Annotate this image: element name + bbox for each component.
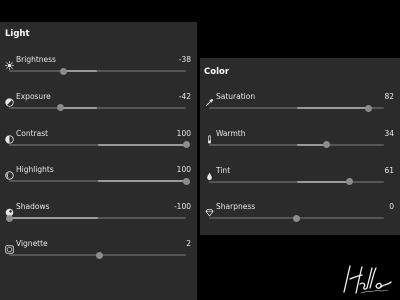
slider-row-shadows: Shadows -100 xyxy=(0,202,197,238)
contrast-value: 100 xyxy=(176,128,191,138)
vignette-icon xyxy=(5,239,14,254)
brightness-slider-thumb[interactable] xyxy=(60,67,68,75)
highlights-value: 100 xyxy=(176,165,191,175)
light-panel: Light Brightness -38 Exposure -42 Contrast 10… xyxy=(0,22,197,300)
exposure-icon xyxy=(5,92,14,107)
color-panel: Color Saturation 82 Warmth 34 Tint 61 Sharpnes… xyxy=(200,58,400,235)
slider-row-vignette: Vignette 2 xyxy=(0,239,197,275)
shadows-slider-thumb[interactable] xyxy=(5,214,13,222)
exposure-slider-thumb[interactable] xyxy=(56,104,64,112)
tint-slider-track[interactable] xyxy=(209,178,384,186)
contrast-slider-thumb[interactable] xyxy=(182,141,190,149)
slider-row-highlights: Highlights 100 xyxy=(0,165,197,201)
saturation-label: Saturation xyxy=(216,92,256,101)
light-panel-title: Light xyxy=(5,29,30,39)
saturation-slider-thumb[interactable] xyxy=(364,104,372,112)
exposure-slider-fill xyxy=(60,106,98,109)
exposure-slider-track[interactable] xyxy=(9,104,186,112)
slider-row-sharpness: Sharpness 0 xyxy=(200,202,400,238)
sharpness-slider-track[interactable] xyxy=(209,214,384,222)
warmth-slider-track[interactable] xyxy=(209,141,384,149)
shadows-label: Shadows xyxy=(16,202,50,212)
highlights-slider-track[interactable] xyxy=(9,177,190,185)
thermometer-icon xyxy=(205,129,214,144)
shadows-icon xyxy=(5,202,14,217)
saturation-slider-track[interactable] xyxy=(209,104,384,112)
highlights-slider-fill xyxy=(97,180,186,183)
contrast-slider-fill xyxy=(97,143,186,146)
vignette-value: 2 xyxy=(186,239,191,248)
sharpness-value: 0 xyxy=(389,202,394,212)
shadows-slider-fill xyxy=(9,217,98,220)
tint-value: 61 xyxy=(384,165,394,175)
slider-row-warmth: Warmth 34 xyxy=(200,129,400,165)
contrast-icon xyxy=(5,129,14,144)
slider-row-tint: Tint 61 xyxy=(200,166,400,202)
eyedropper-icon xyxy=(205,92,214,107)
slider-row-contrast: Contrast 100 xyxy=(0,129,197,165)
exposure-value: -42 xyxy=(178,91,191,101)
sharpness-label: Sharpness xyxy=(216,202,256,212)
sharpness-slider-thumb[interactable] xyxy=(293,214,300,222)
highlights-icon xyxy=(5,165,14,181)
brightness-slider-fill xyxy=(63,70,98,72)
diamond-icon xyxy=(205,202,214,217)
signature-watermark xyxy=(343,265,392,294)
saturation-slider-fill xyxy=(296,107,369,109)
vignette-label: Vignette xyxy=(16,239,48,248)
slider-row-exposure: Exposure -42 xyxy=(0,92,197,128)
contrast-label: Contrast xyxy=(16,128,49,138)
brightness-slider-track[interactable] xyxy=(9,67,186,75)
warmth-label: Warmth xyxy=(216,128,246,138)
vignette-slider-track[interactable] xyxy=(9,251,186,259)
droplet-icon xyxy=(205,166,214,180)
warmth-slider-thumb[interactable] xyxy=(322,141,330,149)
slider-row-brightness: Brightness -38 xyxy=(0,55,197,91)
contrast-slider-track[interactable] xyxy=(9,141,190,149)
tint-label: Tint xyxy=(216,165,231,175)
exposure-label: Exposure xyxy=(16,91,51,101)
saturation-value: 82 xyxy=(384,92,394,101)
warmth-slider-fill xyxy=(296,143,327,146)
color-panel-title: Color xyxy=(204,67,230,77)
brightness-label: Brightness xyxy=(16,55,56,64)
brightness-value: -38 xyxy=(178,55,191,64)
highlights-label: Highlights xyxy=(16,165,54,175)
highlights-slider-thumb[interactable] xyxy=(182,177,190,185)
tint-slider-fill xyxy=(296,180,349,183)
vignette-slider-thumb[interactable] xyxy=(95,251,103,259)
slider-row-saturation: Saturation 82 xyxy=(200,92,400,128)
shadows-slider-track[interactable] xyxy=(5,214,186,222)
shadows-value: -100 xyxy=(173,202,191,212)
warmth-value: 34 xyxy=(384,128,394,138)
sun-icon xyxy=(5,55,14,70)
tint-slider-thumb[interactable] xyxy=(345,178,353,186)
